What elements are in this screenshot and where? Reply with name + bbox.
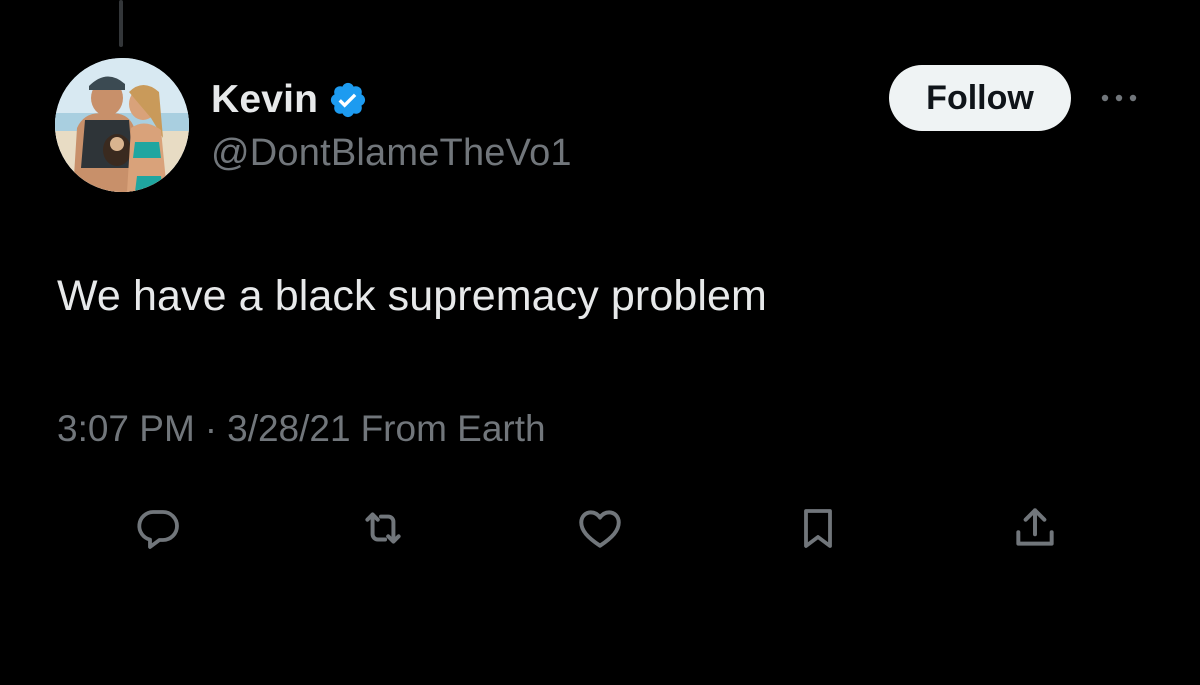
follow-button[interactable]: Follow [889, 65, 1071, 131]
retweet-button[interactable] [355, 500, 411, 556]
thread-connector-line [119, 0, 123, 47]
tweet-meta: 3:07 PM · 3/28/21 From Earth [57, 408, 546, 450]
meta-separator: · [204, 408, 218, 449]
retweet-icon [365, 512, 401, 544]
more-dots-icon [1101, 94, 1137, 102]
tweet-action-bar [0, 500, 1200, 556]
more-options-button[interactable] [1096, 84, 1142, 112]
tweet-time[interactable]: 3:07 PM [57, 408, 195, 450]
author-handle[interactable]: @DontBlameTheVo1 [211, 132, 572, 175]
reply-icon [137, 510, 179, 549]
verified-badge-icon[interactable] [328, 80, 368, 120]
author-name-row[interactable]: Kevin [211, 76, 368, 124]
share-button[interactable] [1007, 500, 1063, 556]
avatar[interactable] [55, 58, 189, 192]
author-display-name[interactable]: Kevin [211, 78, 318, 122]
share-icon [1016, 508, 1054, 546]
bookmark-button[interactable] [790, 500, 846, 556]
like-button[interactable] [572, 500, 628, 556]
avatar-photo [55, 58, 189, 192]
bookmark-icon [804, 509, 832, 548]
tweet-text: We have a black supremacy problem [57, 272, 767, 320]
tweet-source: From Earth [360, 408, 546, 449]
heart-icon [579, 510, 621, 548]
reply-button[interactable] [130, 500, 186, 556]
tweet-date[interactable]: 3/28/21 [227, 408, 350, 450]
